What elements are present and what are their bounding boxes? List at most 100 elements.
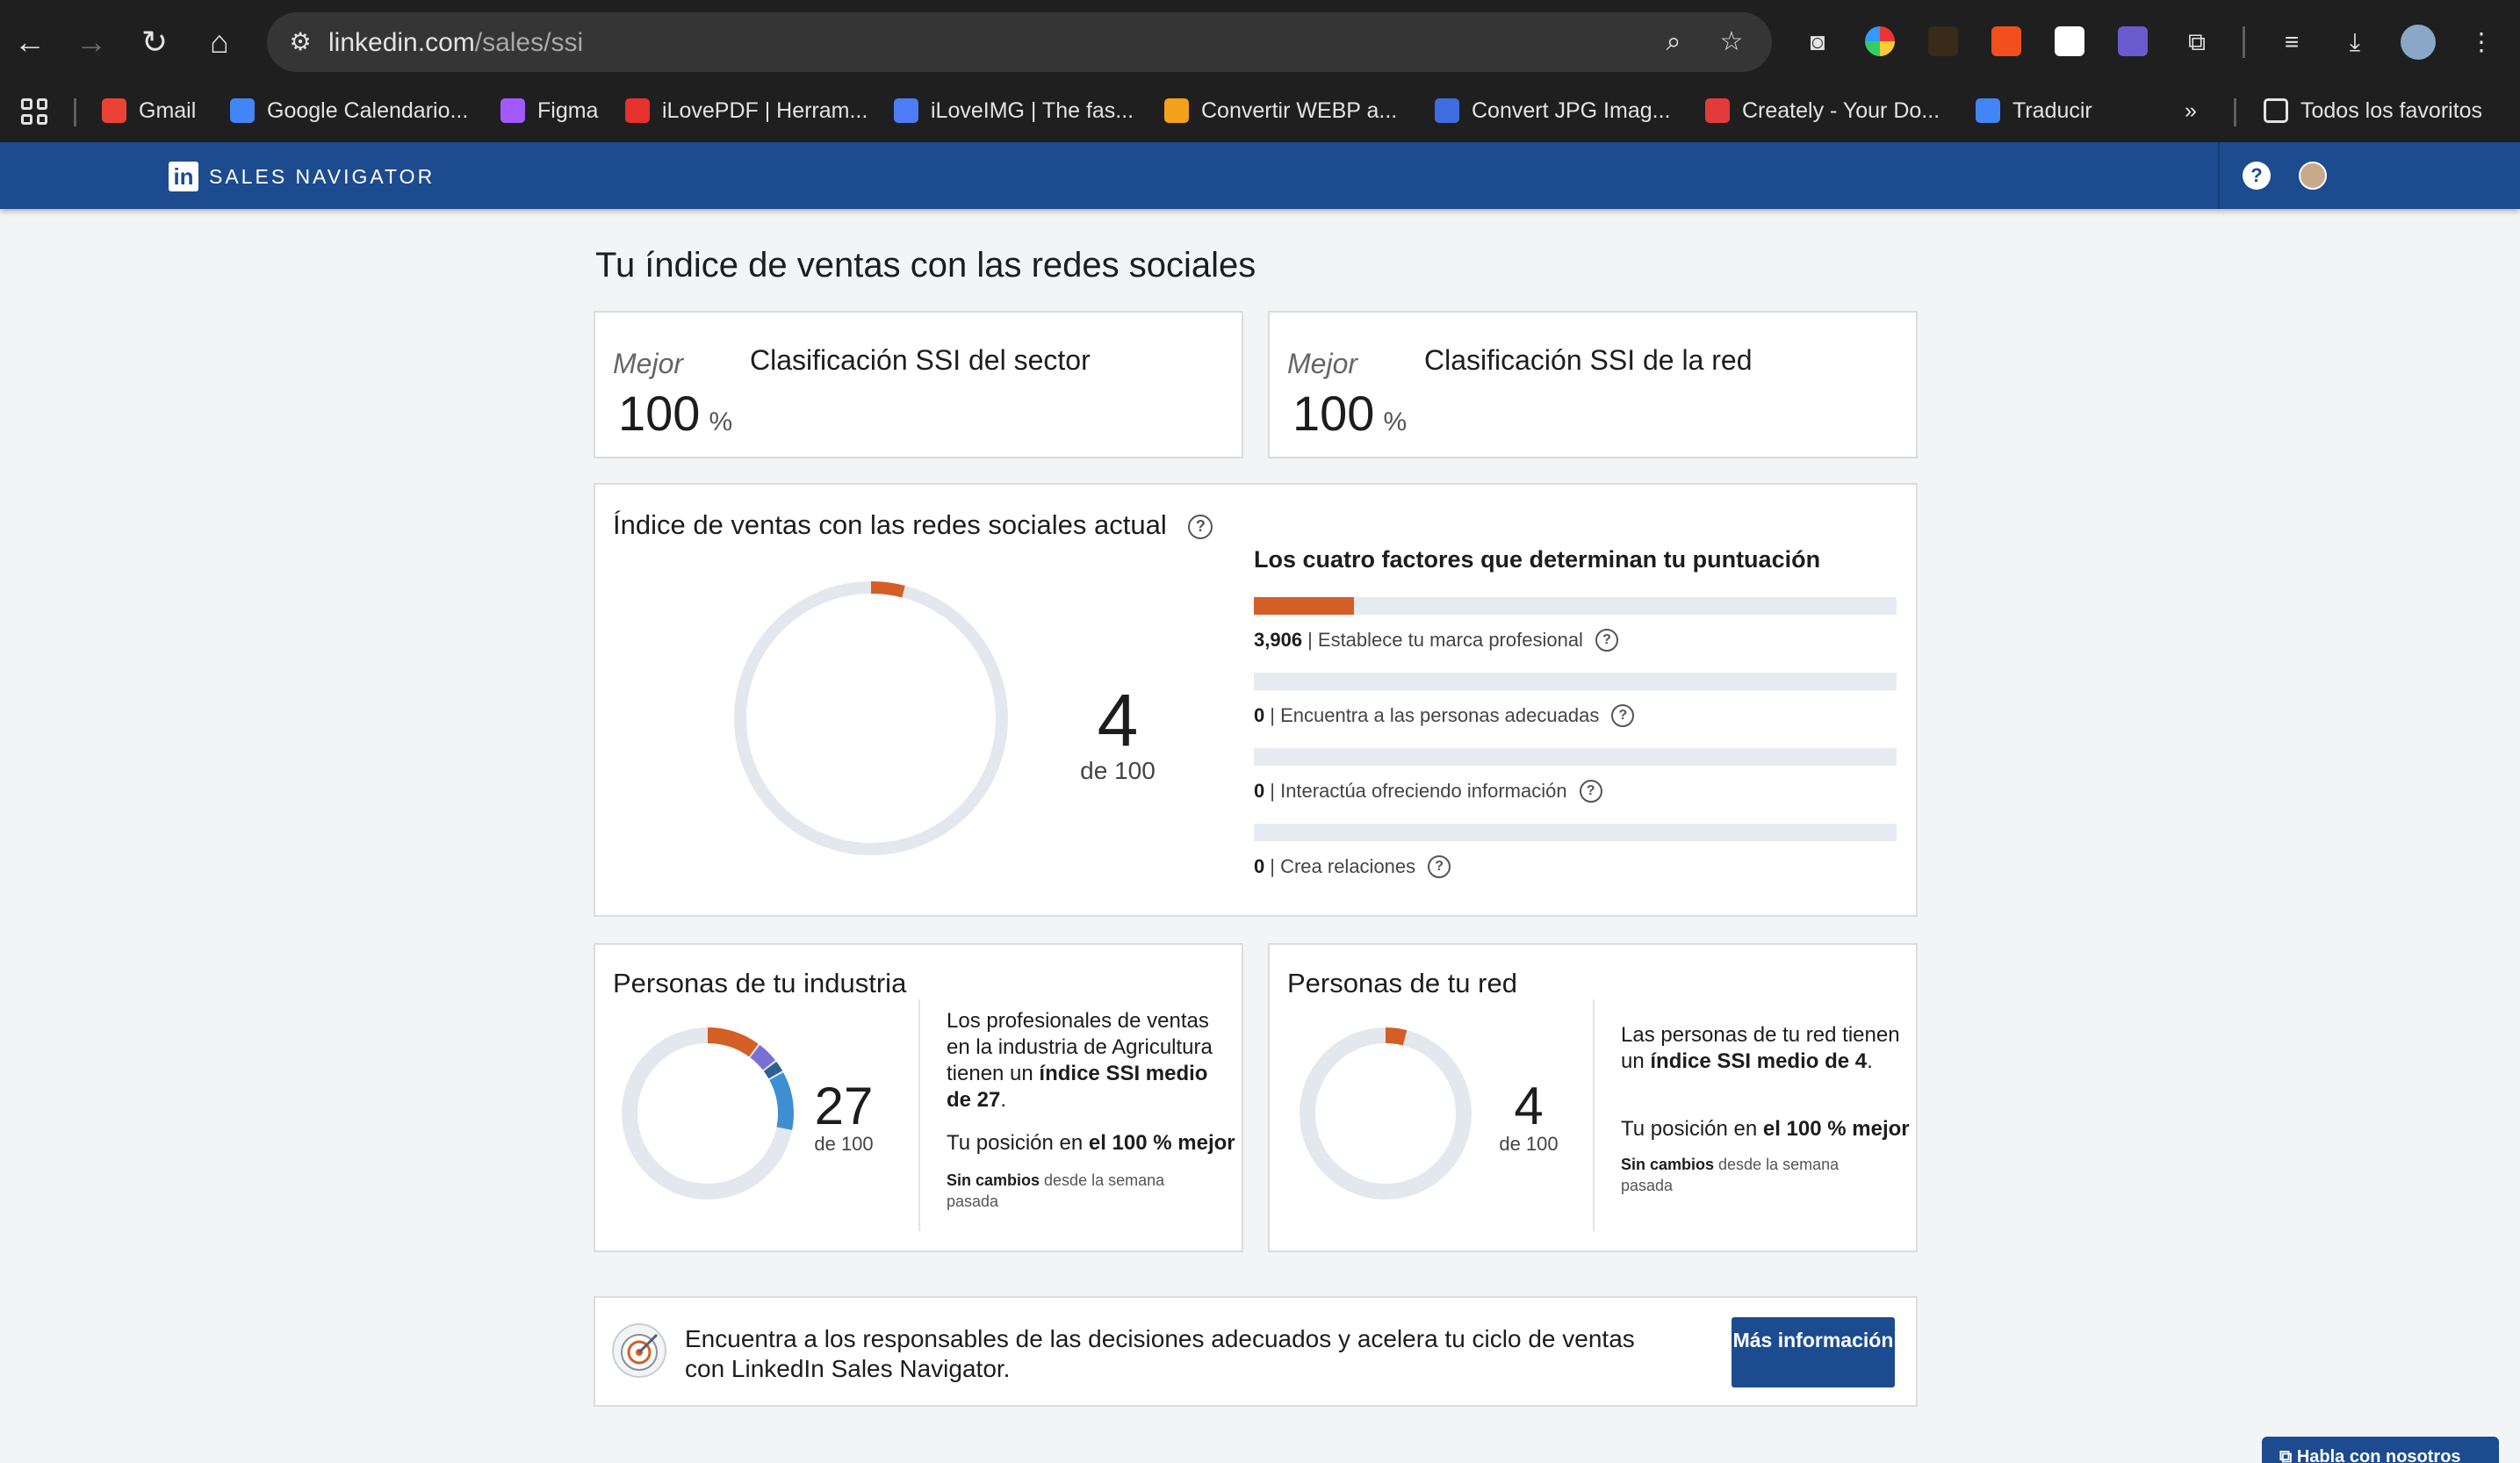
forward-button[interactable]: → <box>70 21 112 63</box>
factor-text: | Encuentra a las personas adecuadas <box>1270 704 1600 726</box>
sales-navigator-header: in SALES NAVIGATOR ? <box>0 142 2520 209</box>
factor-label: 0 | Interactúa ofreciendo información? <box>1254 780 1897 803</box>
site-settings-icon[interactable]: ⚙ <box>284 26 316 58</box>
bookmark-item[interactable]: Google Calendario... <box>230 91 468 130</box>
position-pre: Tu posición en <box>1621 1117 1763 1141</box>
reload-button[interactable]: ↻ <box>133 21 176 63</box>
factor-label: 0 | Crea relaciones? <box>1254 855 1897 878</box>
rank-number: 100 <box>1292 386 1375 441</box>
zoom-icon[interactable]: ⌕ <box>1656 25 1691 60</box>
bookmark-label: iLovePDF | Herram... <box>662 97 868 123</box>
figma-extension-icon[interactable] <box>1991 26 2021 56</box>
bookmark-favicon-icon <box>625 98 650 123</box>
current-ssi-card: Índice de ventas con las redes sociales … <box>594 483 1918 917</box>
back-button[interactable]: ← <box>9 21 51 63</box>
bookmark-item[interactable]: Traducir <box>1976 91 2092 130</box>
rank-title: Clasificación SSI del sector <box>750 344 1091 376</box>
divider <box>1593 999 1595 1231</box>
bookmarks-bar: Gmail Google Calendario... Figma iLovePDF |… <box>0 84 2520 139</box>
team-extension-icon[interactable] <box>2118 26 2148 56</box>
url-host: linkedin.com <box>328 28 475 57</box>
position-bold: el 100 % mejor <box>1088 1131 1235 1155</box>
factor-bar <box>1254 673 1897 690</box>
network-ranking-card: Mejor 100% Clasificación SSI de la red <box>1268 311 1918 458</box>
factor-text: | Interactúa ofreciendo información <box>1270 780 1567 802</box>
network-score: 4 de 100 <box>1489 1080 1568 1156</box>
bookmark-item[interactable]: Creately - Your Do... <box>1705 91 1940 130</box>
bookmark-favicon-icon <box>1435 98 1459 123</box>
page-title: Tu índice de ventas con las redes social… <box>595 246 1256 285</box>
factor-item: 3,906 | Establece tu marca profesional? <box>1254 597 1897 652</box>
bookmark-star-icon[interactable]: ☆ <box>1714 25 1749 60</box>
bookmark-favicon-icon <box>230 98 255 123</box>
bookmark-favicon-icon <box>894 98 918 123</box>
bookmark-item[interactable]: Figma <box>500 91 598 130</box>
sector-ranking-card: Mejor 100% Clasificación SSI del sector <box>594 311 1243 458</box>
factor-value: 0 <box>1254 780 1265 802</box>
score-of: de 100 <box>1080 757 1156 784</box>
question-icon[interactable]: ? <box>1428 855 1451 878</box>
score-number: 4 <box>1097 679 1139 761</box>
current-ssi-donut <box>734 581 1008 855</box>
factor-text: | Crea relaciones <box>1270 855 1416 877</box>
network-change: Sin cambios desde la semana pasada <box>1621 1154 1876 1196</box>
bookmark-favicon-icon <box>1976 98 2000 123</box>
bookmark-item[interactable]: Gmail <box>102 91 196 130</box>
all-bookmarks[interactable]: Todos los favoritos <box>2264 91 2482 130</box>
bookmark-item[interactable]: Convertir WEBP a... <box>1164 91 1397 130</box>
network-description: Las personas de tu red tienen un índice … <box>1621 1022 1905 1075</box>
bookmark-item[interactable]: Convert JPG Imag... <box>1435 91 1670 130</box>
bookmark-favicon-icon <box>1164 98 1189 123</box>
factor-label: 0 | Encuentra a las personas adecuadas? <box>1254 704 1897 727</box>
url-text[interactable]: linkedin.com/sales/ssi <box>328 28 583 58</box>
factor-label: 3,906 | Establece tu marca profesional? <box>1254 629 1897 652</box>
network-title: Personas de tu red <box>1287 968 1517 998</box>
network-card: Personas de tu red 4 de 100 Las personas… <box>1268 943 1918 1252</box>
factor-bar <box>1254 597 1897 615</box>
bookmark-item[interactable]: iLoveIMG | The fas... <box>894 91 1134 130</box>
question-icon[interactable]: ? <box>1579 780 1602 803</box>
camera-extension-icon[interactable]: ◙ <box>1800 25 1835 60</box>
current-ssi-score: 4 de 100 <box>1034 683 1201 785</box>
bookmark-label: iLoveIMG | The fas... <box>931 97 1134 123</box>
extension-icon[interactable] <box>1928 26 1958 56</box>
score-number: 27 <box>814 1077 874 1135</box>
question-icon[interactable]: ? <box>1188 514 1213 539</box>
bookmark-favicon-icon <box>1705 98 1730 123</box>
media-queue-icon[interactable]: ≡ <box>2274 25 2309 60</box>
bookmarks-overflow[interactable]: » <box>2185 91 2197 130</box>
chat-button[interactable]: ⧉ Habla con nosotros <box>2262 1437 2499 1463</box>
fonts-extension-icon[interactable] <box>2055 26 2084 56</box>
bookmark-item[interactable]: iLovePDF | Herram... <box>625 91 868 130</box>
linkedin-logo[interactable]: in <box>169 162 198 191</box>
download-icon[interactable]: ⤓ <box>2337 25 2372 60</box>
desc-bold: índice SSI medio de 4 <box>1650 1049 1868 1073</box>
rank-title: Clasificación SSI de la red <box>1424 344 1753 376</box>
url-path: /sales/ssi <box>474 28 584 57</box>
extensions-puzzle-icon[interactable]: ⧉ <box>2179 25 2214 60</box>
profile-avatar[interactable] <box>2401 25 2436 60</box>
color-extension-icon[interactable] <box>1865 26 1895 56</box>
rank-unit: % <box>1383 407 1408 436</box>
industry-change: Sin cambios desde la semana pasada <box>947 1170 1201 1212</box>
product-name[interactable]: SALES NAVIGATOR <box>209 165 435 189</box>
divider <box>918 999 920 1231</box>
bookmark-label: Google Calendario... <box>267 97 469 123</box>
position-bold: el 100 % mejor <box>1762 1117 1910 1141</box>
network-donut <box>1300 1027 1472 1200</box>
more-info-button[interactable]: Más información <box>1732 1317 1895 1387</box>
question-icon[interactable]: ? <box>1611 704 1635 727</box>
score-number: 4 <box>1514 1077 1544 1135</box>
all-bookmarks-label: Todos los favoritos <box>2300 97 2483 123</box>
industry-donut <box>622 1027 794 1200</box>
home-button[interactable]: ⌂ <box>198 21 241 63</box>
menu-kebab-icon[interactable]: ⋮ <box>2464 25 2499 60</box>
position-pre: Tu posición en <box>947 1131 1089 1155</box>
address-bar[interactable]: ⚙ linkedin.com/sales/ssi ⌕ ☆ <box>267 12 1772 72</box>
factor-item: 0 | Encuentra a las personas adecuadas? <box>1254 673 1897 727</box>
question-icon[interactable]: ? <box>1595 629 1618 652</box>
help-icon[interactable]: ? <box>2243 162 2271 190</box>
factor-value: 0 <box>1254 704 1265 726</box>
donut-track <box>734 581 1008 855</box>
user-avatar[interactable] <box>2299 162 2327 190</box>
